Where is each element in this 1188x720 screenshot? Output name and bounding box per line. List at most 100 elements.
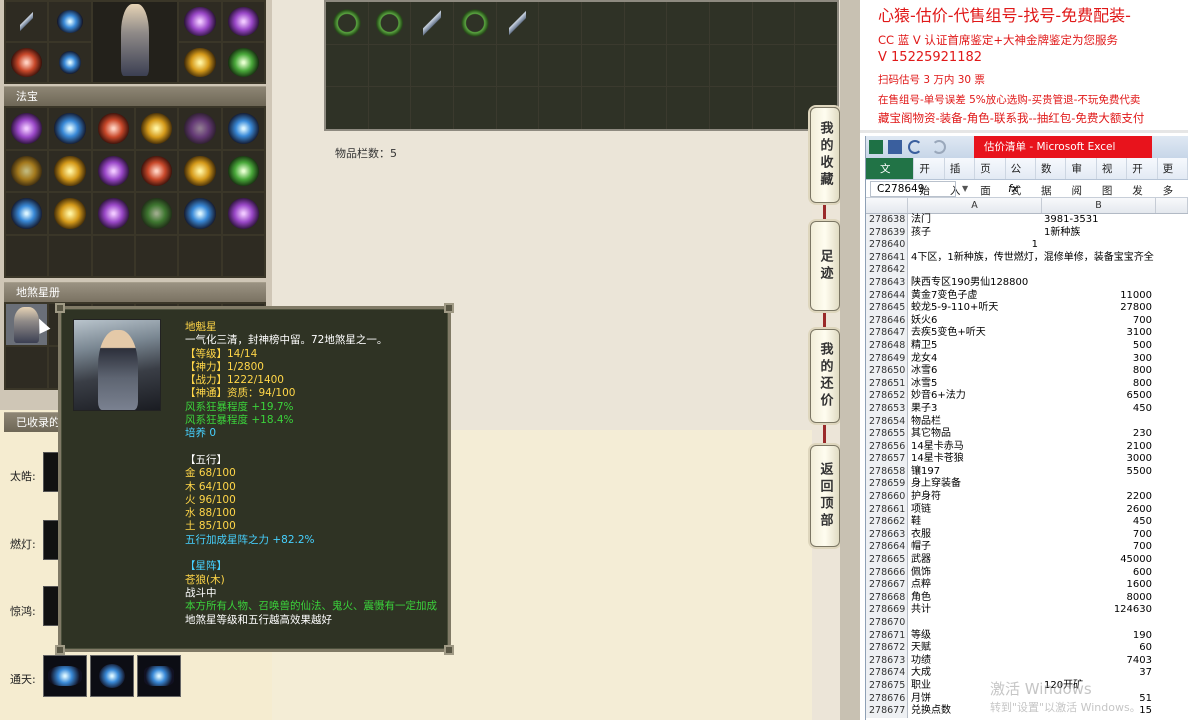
cell-b[interactable]: 3100 (1042, 327, 1156, 340)
row-number[interactable]: 278668 (866, 591, 908, 605)
fabao-slot[interactable] (222, 235, 264, 276)
storage-slot[interactable] (624, 44, 667, 87)
row-number[interactable]: 278648 (866, 339, 908, 353)
tab-developer[interactable]: 开发 (1127, 158, 1158, 197)
cell-c[interactable] (1156, 277, 1188, 290)
fabao-slot[interactable] (222, 108, 264, 149)
column-header-a[interactable]: A (908, 198, 1042, 213)
row-number[interactable]: 278665 (866, 554, 908, 567)
cell-b[interactable]: 1600 (1042, 579, 1156, 592)
cell-b[interactable]: 60 (1042, 642, 1156, 655)
row-number[interactable]: 278660 (866, 491, 908, 504)
row-number[interactable]: 278640 (866, 239, 908, 252)
tab-data[interactable]: 数据 (1036, 158, 1067, 197)
cell-b[interactable]: 2100 (1042, 441, 1156, 454)
row-number[interactable]: 278674 (866, 667, 908, 680)
cell-c[interactable] (1156, 378, 1188, 391)
fabao-slot[interactable] (49, 108, 91, 149)
cell-a[interactable]: 物品栏 (908, 416, 1042, 429)
storage-slot[interactable] (624, 87, 667, 129)
fabao-slot[interactable] (92, 193, 134, 234)
cell-b[interactable]: 700 (1042, 529, 1156, 542)
cell-c[interactable] (1156, 441, 1188, 454)
equip-slot[interactable] (179, 43, 221, 82)
cell-c[interactable] (1156, 516, 1188, 529)
fabao-slot[interactable] (135, 108, 178, 149)
my-bargain-button[interactable]: 我的还价 (810, 329, 840, 423)
equip-slot[interactable] (6, 2, 48, 41)
equip-slot[interactable] (179, 2, 221, 41)
row-number[interactable]: 278657 (866, 453, 908, 466)
storage-slot[interactable] (368, 87, 411, 129)
cell-c[interactable] (1156, 252, 1188, 265)
fabao-slot[interactable] (6, 108, 48, 149)
cell-a[interactable]: 14星卡赤马 (908, 441, 1042, 454)
storage-slot[interactable] (411, 87, 453, 129)
row-number[interactable]: 278645 (866, 302, 908, 315)
cell-c[interactable] (1156, 504, 1188, 517)
cell-b[interactable]: 700 (1042, 541, 1156, 554)
cell-c[interactable] (1156, 655, 1188, 668)
row-number[interactable]: 278639 (866, 226, 908, 240)
storage-slot[interactable] (667, 2, 709, 44)
storage-slot[interactable] (710, 2, 752, 44)
cell-c[interactable] (1156, 416, 1188, 429)
cell-a[interactable]: 龙女4 (908, 353, 1042, 366)
cell-b[interactable]: 3000 (1042, 453, 1156, 466)
cell-a[interactable]: 武器 (908, 554, 1042, 567)
cell-b[interactable] (1042, 264, 1156, 277)
fabao-slot[interactable] (179, 108, 221, 149)
my-favorites-button[interactable]: 我的收藏 (810, 107, 840, 203)
row-number[interactable]: 278666 (866, 566, 908, 580)
cell-a[interactable]: 冰雪6 (908, 365, 1042, 378)
storage-slot[interactable] (539, 87, 581, 129)
cell-c[interactable] (1156, 491, 1188, 504)
cell-a[interactable]: 孩子 (908, 227, 1042, 240)
row-number[interactable]: 278676 (866, 692, 908, 706)
equip-slot[interactable] (222, 2, 264, 41)
tab-file[interactable]: 文件 (866, 158, 915, 197)
fabao-slot[interactable] (135, 235, 178, 276)
cell-b[interactable]: 2600 (1042, 504, 1156, 517)
row-number[interactable]: 278673 (866, 654, 908, 668)
tab-review[interactable]: 审阅 (1066, 158, 1097, 197)
cell-c[interactable] (1156, 579, 1188, 592)
cell-c[interactable] (1156, 290, 1188, 303)
fabao-slot[interactable] (49, 193, 91, 234)
storage-slot[interactable] (752, 44, 795, 87)
fabao-slot[interactable] (49, 235, 91, 276)
cell-a[interactable]: 衣服 (908, 529, 1042, 542)
cell-b[interactable]: 190 (1042, 630, 1156, 643)
redo-icon[interactable] (932, 140, 946, 154)
storage-slot[interactable] (667, 87, 709, 129)
storage-slot[interactable] (667, 44, 709, 87)
tab-page[interactable]: 页面 (975, 158, 1006, 197)
cell-c[interactable] (1156, 541, 1188, 554)
row-number[interactable]: 278641 (866, 251, 908, 265)
row-number[interactable]: 278658 (866, 465, 908, 479)
cell-a[interactable]: 护身符 (908, 491, 1042, 504)
equip-slot[interactable] (6, 43, 48, 82)
storage-slot[interactable] (582, 2, 624, 44)
cell-a[interactable]: 共计 (908, 604, 1042, 617)
storage-slot[interactable] (326, 2, 368, 44)
cell-a[interactable]: 其它物品 (908, 428, 1042, 441)
cell-c[interactable] (1156, 302, 1188, 315)
storage-slot[interactable] (496, 87, 539, 129)
cell-a[interactable]: 1 (908, 239, 1042, 252)
row-number[interactable]: 278638 (866, 214, 908, 227)
cell-a[interactable]: 点粹 (908, 579, 1042, 592)
cell-a[interactable]: 蛟龙5-9-110+听天 (908, 302, 1042, 315)
cell-c[interactable] (1156, 567, 1188, 580)
cell-a[interactable]: 妖火6 (908, 315, 1042, 328)
equip-slot[interactable] (49, 43, 91, 82)
footprint-button[interactable]: 足迹 (810, 221, 840, 311)
storage-slot[interactable] (752, 87, 795, 129)
equip-slot[interactable] (49, 2, 91, 41)
cell-c[interactable] (1156, 264, 1188, 277)
fx-label[interactable]: fx (1008, 183, 1018, 195)
storage-slot[interactable] (326, 87, 368, 129)
row-number[interactable]: 278661 (866, 503, 908, 517)
storage-slot[interactable] (624, 2, 667, 44)
save-icon[interactable] (888, 140, 902, 154)
